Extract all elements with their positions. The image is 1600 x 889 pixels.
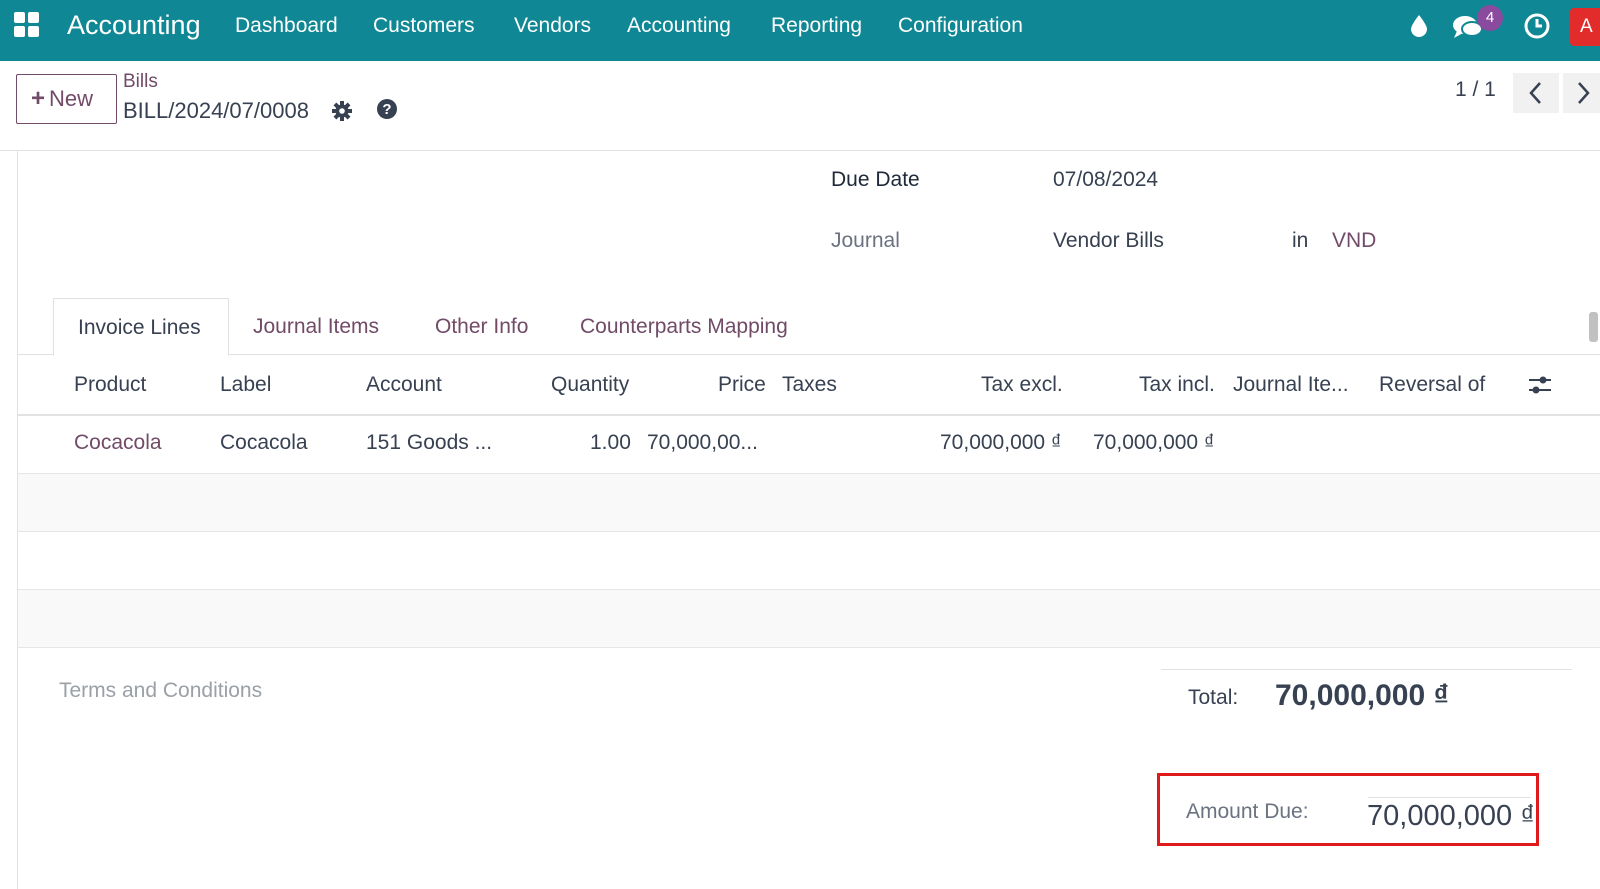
in-label: in <box>1292 229 1309 252</box>
empty-row <box>18 474 1600 532</box>
tabs-scrollbar[interactable] <box>1586 298 1600 356</box>
tab-invoice-lines[interactable]: Invoice Lines <box>53 298 229 356</box>
pager-value[interactable]: 1 / 1 <box>1455 78 1496 102</box>
col-journal-item[interactable]: Journal Ite... <box>1233 373 1349 397</box>
journal-field[interactable]: Vendor Bills <box>1053 229 1164 253</box>
column-settings-icon[interactable] <box>1528 375 1552 395</box>
journal-label: Journal <box>831 229 900 252</box>
total-label: Total: <box>1188 686 1239 709</box>
new-button[interactable]: + New <box>16 74 117 124</box>
col-product[interactable]: Product <box>74 373 146 397</box>
plus-icon: + <box>31 85 46 112</box>
activity-clock-icon[interactable] <box>1523 12 1551 40</box>
gear-icon[interactable] <box>332 101 352 121</box>
col-quantity[interactable]: Quantity <box>551 373 629 397</box>
col-taxes[interactable]: Taxes <box>782 373 837 397</box>
currency-field[interactable]: VND <box>1332 229 1376 253</box>
totals-divider <box>1161 669 1572 670</box>
menu-dashboard[interactable]: Dashboard <box>235 14 338 38</box>
cell-account[interactable]: 151 Goods ... <box>366 431 492 455</box>
pager-previous-button[interactable] <box>1513 73 1559 113</box>
amount-due-label: Amount Due: <box>1186 800 1309 823</box>
tab-other-info[interactable]: Other Info <box>411 298 552 356</box>
menu-accounting[interactable]: Accounting <box>627 14 731 38</box>
chevron-right-icon <box>1578 82 1590 104</box>
drop-icon[interactable] <box>1409 14 1429 38</box>
chevron-left-icon <box>1529 82 1541 104</box>
user-avatar[interactable]: A <box>1570 8 1600 46</box>
cell-tax-excl: 70,000,000 ₫ <box>940 431 1062 454</box>
notebook-tabs: Invoice Lines Journal Items Other Info C… <box>18 298 1600 356</box>
empty-row <box>18 532 1600 590</box>
col-tax-incl[interactable]: Tax incl. <box>1139 373 1215 397</box>
form-sheet: Due Date 07/08/2024 Journal Vendor Bills… <box>17 151 1600 889</box>
amount-due-value: 70,000,000 ₫ <box>1367 800 1536 832</box>
new-button-label: New <box>49 86 94 111</box>
record-title: BILL/2024/07/0008 <box>123 98 309 123</box>
empty-row <box>18 590 1600 648</box>
cell-price[interactable]: 70,000,00... <box>647 431 758 455</box>
menu-reporting[interactable]: Reporting <box>771 14 862 38</box>
table-row[interactable]: Cocacola Cocacola 151 Goods ... 1.00 70,… <box>18 416 1600 474</box>
menu-customers[interactable]: Customers <box>373 14 475 38</box>
col-account[interactable]: Account <box>366 373 442 397</box>
cell-label[interactable]: Cocacola <box>220 431 308 455</box>
top-navbar: Accounting Dashboard Customers Vendors A… <box>0 0 1600 61</box>
pager-next-button[interactable] <box>1563 73 1600 113</box>
messages-count-badge: 4 <box>1477 5 1503 31</box>
due-date-field[interactable]: 07/08/2024 <box>1053 168 1158 192</box>
menu-configuration[interactable]: Configuration <box>898 14 1023 38</box>
total-value: 70,000,000 ₫ <box>1275 679 1449 712</box>
tab-journal-items[interactable]: Journal Items <box>229 298 403 356</box>
col-tax-excl[interactable]: Tax excl. <box>981 373 1063 397</box>
table-header: Product Label Account Quantity Price Tax… <box>18 356 1600 416</box>
svg-text:?: ? <box>382 101 391 118</box>
menu-vendors[interactable]: Vendors <box>514 14 591 38</box>
control-panel: + New Bills BILL/2024/07/0008 ? 1 / 1 <box>0 61 1600 151</box>
breadcrumb-bills[interactable]: Bills <box>123 71 158 93</box>
due-date-label: Due Date <box>831 168 920 191</box>
cell-product[interactable]: Cocacola <box>74 431 162 455</box>
cell-quantity[interactable]: 1.00 <box>590 431 631 455</box>
col-label[interactable]: Label <box>220 373 271 397</box>
col-price[interactable]: Price <box>718 373 766 397</box>
help-icon[interactable]: ? <box>376 98 398 120</box>
app-brand[interactable]: Accounting <box>67 10 201 41</box>
cell-tax-incl: 70,000,000 ₫ <box>1093 431 1215 454</box>
col-reversal-of[interactable]: Reversal of <box>1379 373 1485 397</box>
amount-due-divider <box>1368 797 1531 798</box>
apps-menu-icon[interactable] <box>14 12 40 38</box>
terms-conditions-field[interactable]: Terms and Conditions <box>59 679 262 703</box>
tab-counterparts-mapping[interactable]: Counterparts Mapping <box>556 298 812 356</box>
